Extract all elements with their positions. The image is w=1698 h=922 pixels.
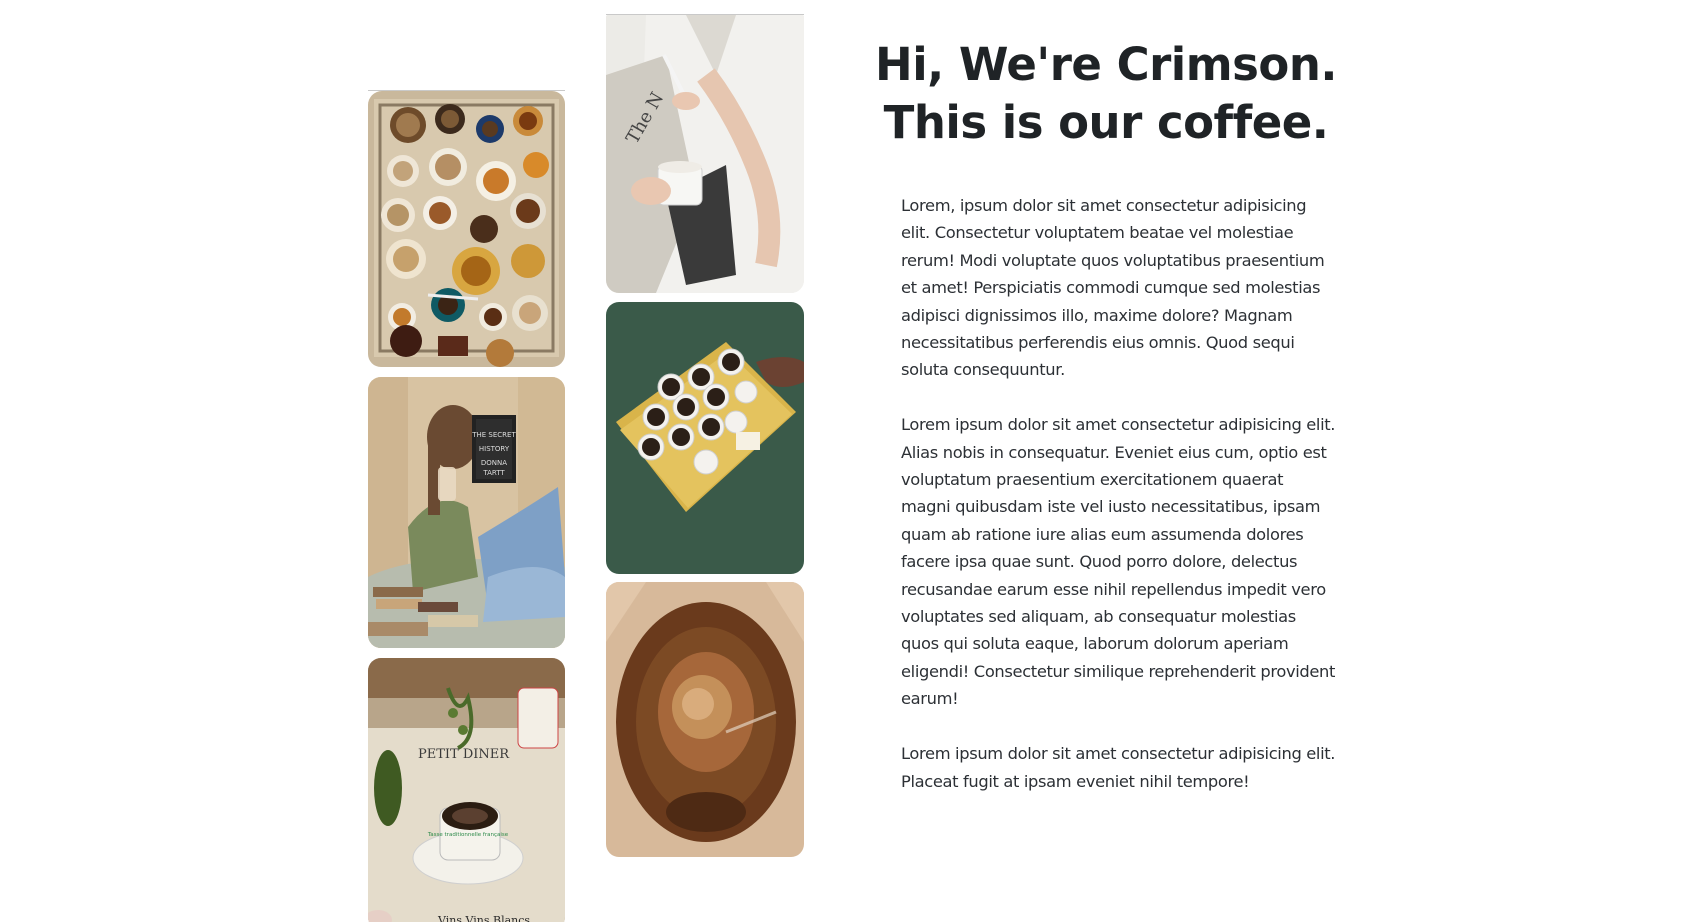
svg-text:HISTORY: HISTORY [479, 445, 510, 453]
coffee-cups-tray-photo [368, 91, 565, 367]
bottom-text: Vins Vins Blancs [437, 914, 530, 922]
page-title: Hi, We're Crimson. This is our coffee. [870, 36, 1342, 152]
body-paragraphs: Lorem, ipsum dolor sit amet consectetur … [870, 192, 1342, 795]
coffee-cup-table-photo: PETIT DINER Tasse traditionnelle françai… [368, 658, 565, 922]
coffee-grounds-pour-over-photo [606, 582, 804, 857]
svg-text:TARTT: TARTT [482, 469, 505, 477]
woman-reading-book-photo: THE SECRET HISTORY DONNA TARTT [368, 377, 565, 648]
menu-text: PETIT DINER [418, 747, 510, 762]
paragraph-2: Lorem ipsum dolor sit amet consectetur a… [901, 415, 1336, 709]
headline-line-2: This is our coffee. [883, 96, 1329, 149]
paragraph-1: Lorem, ipsum dolor sit amet consectetur … [901, 196, 1325, 380]
person-newspaper-coffee-photo: The N [606, 15, 804, 293]
cup-text: Tasse traditionnelle française [427, 832, 509, 838]
headline-line-1: Hi, We're Crimson. [875, 38, 1337, 91]
paragraph-3: Lorem ipsum dolor sit amet consectetur a… [901, 744, 1336, 791]
coffee-tray-green-table-photo [606, 302, 804, 574]
svg-text:DONNA: DONNA [481, 459, 507, 467]
hero-content: Hi, We're Crimson. This is our coffee. L… [870, 36, 1342, 822]
book-title-text: THE SECRET [471, 431, 516, 439]
